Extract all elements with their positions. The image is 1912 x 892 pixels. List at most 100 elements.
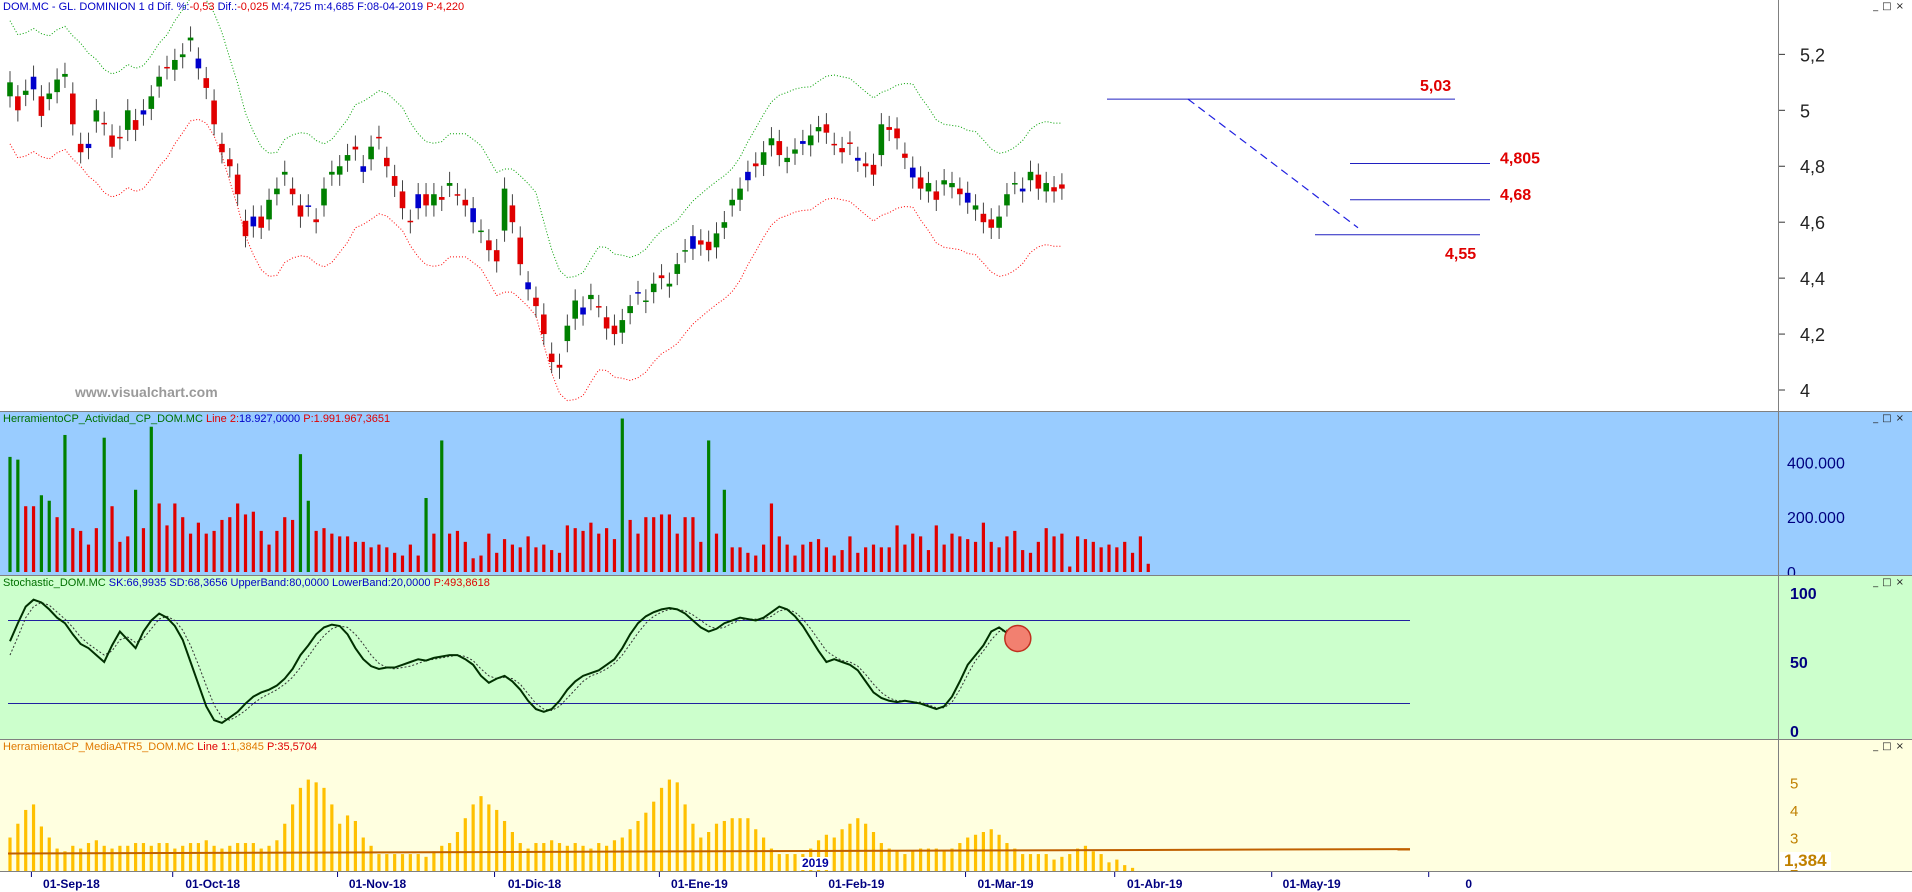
volume-bar: [1021, 550, 1025, 572]
volume-bar: [534, 547, 538, 572]
volume-bar: [353, 541, 357, 572]
volume-bar: [455, 530, 460, 572]
window-buttons[interactable]: _□×: [1873, 1, 1908, 12]
volume-bar: [86, 544, 91, 572]
volume-bar: [730, 547, 734, 572]
atr-bar: [110, 848, 114, 871]
candle-body: [156, 76, 162, 87]
atr-bar: [188, 843, 193, 871]
candle-body: [886, 127, 892, 130]
candle-body: [941, 180, 947, 185]
candle-body: [996, 216, 1002, 228]
candle-body: [1035, 174, 1042, 189]
candle-body: [580, 307, 586, 315]
candle-body: [211, 100, 217, 125]
volume-bar: [204, 533, 208, 572]
volume-bar: [510, 544, 514, 572]
candle-body: [595, 306, 602, 308]
volume-bar: [141, 528, 146, 572]
volume-bar: [157, 503, 161, 572]
volume-bar: [149, 426, 153, 572]
candle-body: [407, 220, 414, 223]
atr-bar: [1044, 854, 1048, 871]
volume-pane[interactable]: HerramientoCP_Actividad_CP_DOM.MC Line 2…: [0, 412, 1912, 576]
candle-body: [509, 205, 516, 223]
stochastic-pane[interactable]: Stochastic_DOM.MC SK:66,9935 SD:68,3656 …: [0, 576, 1912, 740]
atr-pane[interactable]: HerramientaCP_MediaATR5_DOM.MC Line 1:1,…: [0, 740, 1912, 872]
atr-bar: [322, 787, 326, 871]
candle-body: [878, 124, 885, 156]
volume-bar: [338, 536, 342, 572]
volume-bar: [440, 440, 444, 572]
price-chart[interactable]: 5,034,8054,684,555,254,84,64,44,24: [0, 0, 1912, 412]
x-tick-label: 01-Oct-18: [185, 877, 240, 891]
candle-body: [234, 174, 241, 195]
candle-body: [807, 135, 814, 146]
volume-bar: [118, 541, 122, 572]
atr-window-buttons[interactable]: _□×: [1873, 741, 1908, 752]
stochastic-chart[interactable]: 100500: [0, 576, 1912, 740]
atr-bar: [1115, 859, 1119, 871]
candle-body: [321, 188, 327, 206]
volume-bar: [345, 536, 350, 572]
candle-body: [737, 188, 743, 200]
candle-body: [352, 146, 359, 150]
volume-bar: [997, 547, 1001, 572]
candle-body: [250, 216, 257, 227]
volume-axis[interactable]: [1778, 412, 1912, 575]
atr-chart[interactable]: 5432: [0, 740, 1912, 872]
atr-bar: [777, 854, 781, 871]
time-axis[interactable]: 01-Sep-18 01-Oct-18 01-Nov-18 01-Dic-18 01-E…: [0, 872, 1912, 892]
time-axis-labels: 01-Sep-18 01-Oct-18 01-Nov-18 01-Dic-18 01-E…: [30, 872, 1472, 891]
lower-band-line: [9, 118, 1062, 402]
atr-bar: [848, 823, 852, 871]
candle-body: [713, 233, 720, 248]
volume-bar: [400, 555, 405, 572]
volume-window-buttons[interactable]: _□×: [1873, 413, 1908, 424]
candle-body: [148, 96, 155, 109]
atr-bar: [911, 851, 915, 871]
volume-bar: [926, 550, 931, 572]
volume-bar: [291, 519, 295, 572]
candle-body: [242, 220, 249, 237]
atr-bar: [1005, 843, 1009, 871]
level-label: 4,805: [1500, 150, 1540, 167]
candle-body: [760, 152, 767, 165]
candle-body: [415, 194, 421, 209]
x-tick-label: 01-Sep-18: [43, 877, 100, 891]
volume-bar: [173, 503, 177, 572]
candle-body: [289, 188, 296, 195]
atr-bar: [353, 820, 357, 871]
candle-body: [957, 188, 963, 195]
candle-body: [666, 283, 673, 287]
atr-bar: [1123, 865, 1127, 871]
atr-bar: [385, 854, 389, 871]
volume-bar: [542, 544, 546, 572]
atr-bar: [958, 843, 962, 871]
atr-bar: [895, 851, 899, 871]
stochastic-axis[interactable]: [1778, 576, 1912, 739]
volume-bar: [636, 533, 640, 572]
candle-body: [15, 96, 21, 111]
atr-bar: [267, 845, 271, 871]
candle-body: [894, 128, 900, 139]
stochastic-window-buttons[interactable]: _□×: [1873, 577, 1908, 588]
candle-body: [219, 143, 225, 153]
atr-bar: [730, 818, 734, 871]
volume-bar: [1076, 536, 1080, 572]
candle-body: [650, 283, 657, 293]
atr-bar: [204, 840, 208, 871]
volume-chart[interactable]: 400.000200.0000: [0, 412, 1912, 576]
candle-body: [164, 66, 170, 69]
candle-body: [933, 191, 940, 200]
volume-bar: [934, 525, 938, 572]
price-pane[interactable]: DOM.MC - GL. DOMINION 1 d Dif. %:-0,53 D…: [0, 0, 1912, 412]
volume-bar: [816, 539, 821, 572]
volume-bar: [275, 530, 279, 572]
stochastic-header: Stochastic_DOM.MC SK:66,9935 SD:68,3656 …: [3, 577, 490, 589]
candle-body: [101, 122, 107, 125]
price-axis[interactable]: [1778, 0, 1912, 411]
volume-bar: [919, 536, 923, 572]
x-tick-label: 01-Nov-18: [349, 877, 407, 891]
volume-bar: [448, 533, 452, 572]
